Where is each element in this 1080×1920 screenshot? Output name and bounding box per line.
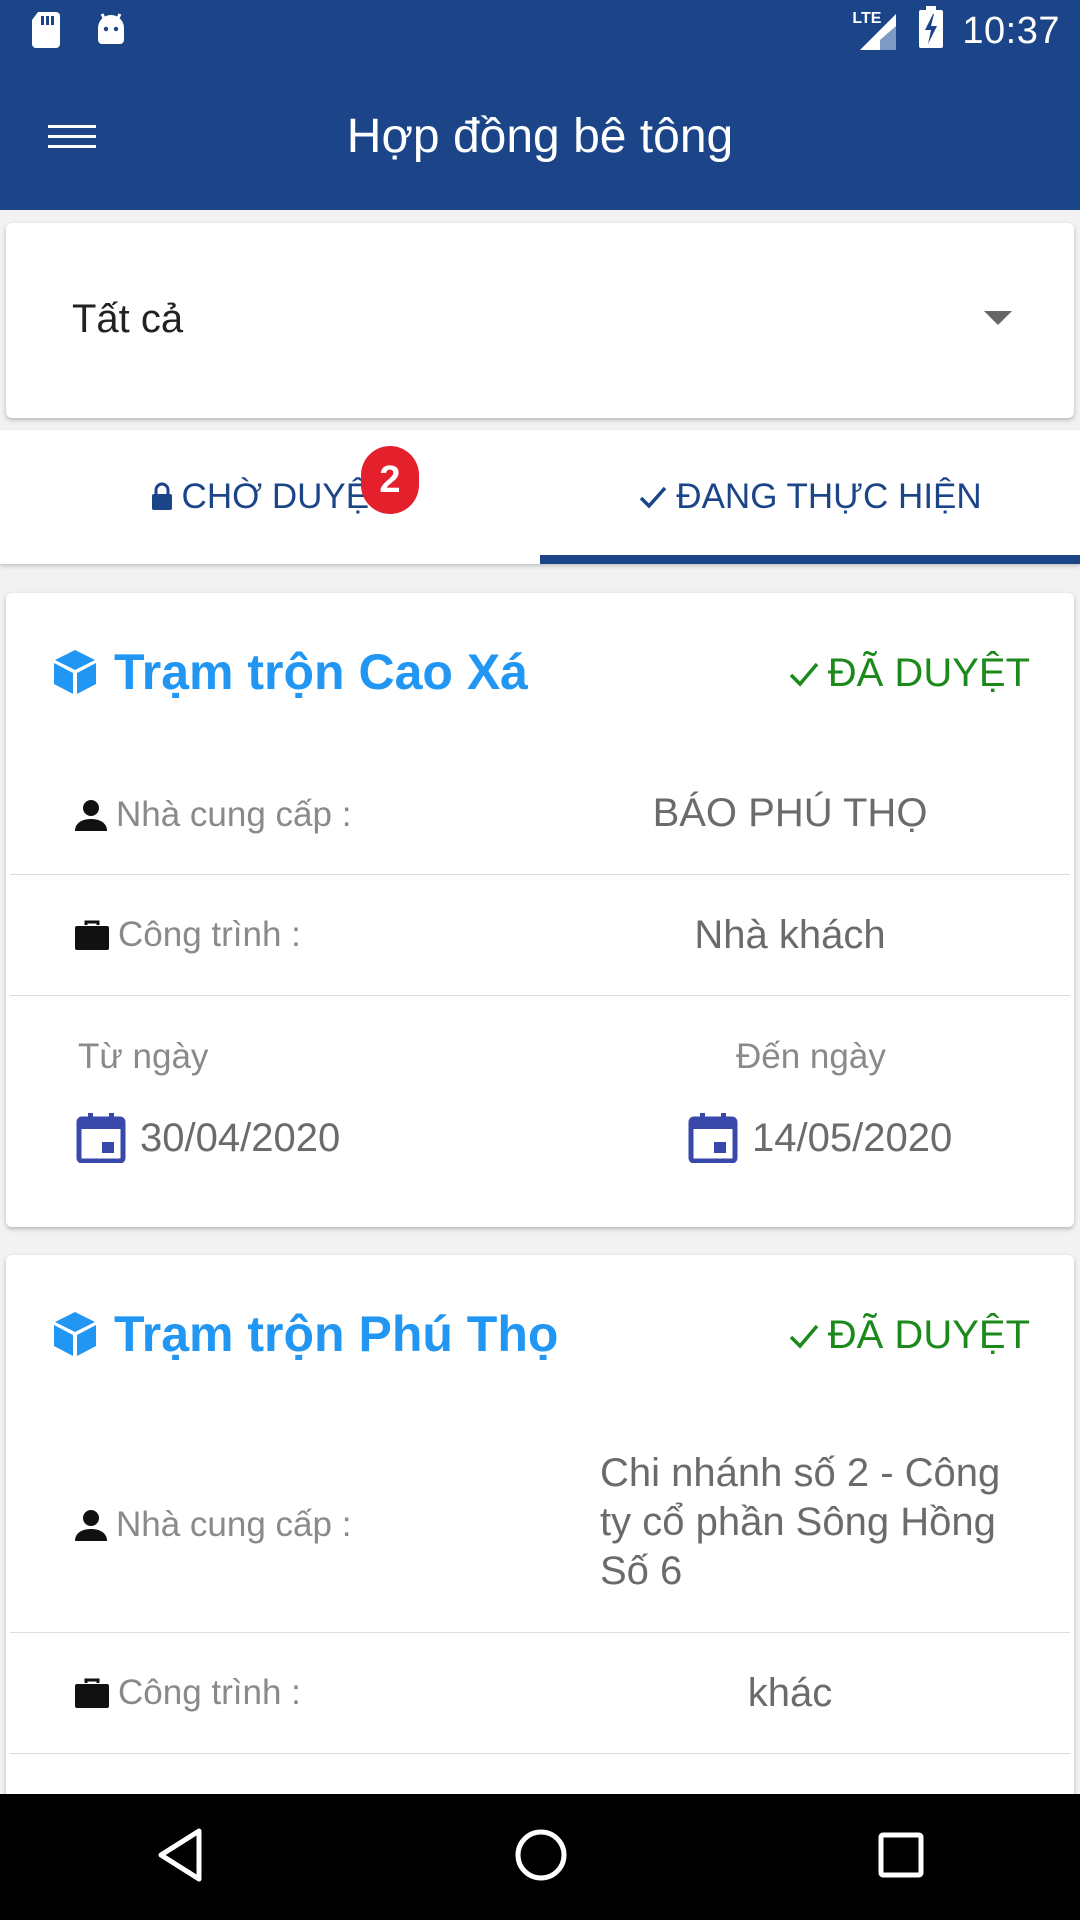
supplier-label-text: Nhà cung cấp : (116, 795, 352, 834)
check-icon (789, 1324, 819, 1349)
home-button[interactable] (514, 1828, 568, 1887)
briefcase-icon (75, 920, 109, 950)
check-icon (789, 662, 819, 687)
project-row: Công trình : Nhà khách (10, 875, 1070, 996)
tab-pending-label: CHỜ DUYỆT (181, 477, 391, 516)
sd-card-icon (30, 10, 64, 53)
project-label-text: Công trình : (118, 915, 301, 954)
clock: 10:37 (962, 10, 1060, 52)
recents-button[interactable] (877, 1831, 925, 1884)
supplier-row: Nhà cung cấp : Chi nhánh số 2 - Công ty … (10, 1415, 1070, 1633)
recents-square-icon (878, 1832, 924, 1877)
page-title: Hợp đồng bê tông (346, 110, 734, 163)
card-header: Trạm trộn Phú Thọ ĐÃ DUYỆT (6, 1255, 1074, 1415)
contract-card[interactable]: Trạm trộn Cao Xá ĐÃ DUYỆT Nhà cung cấp :… (6, 593, 1074, 1227)
tab-in-progress[interactable]: ĐANG THỰC HIỆN (540, 430, 1080, 564)
from-date-label: Từ ngày (78, 1037, 209, 1076)
project-row: Công trình : khác (10, 1633, 1070, 1754)
home-circle-icon (515, 1829, 567, 1880)
calendar-icon (76, 1113, 126, 1163)
card-header: Trạm trộn Cao Xá ĐÃ DUYỆT (6, 593, 1074, 753)
cube-icon (54, 1312, 96, 1356)
to-date-value: 14/05/2020 (752, 1115, 953, 1160)
system-nav-bar (0, 1794, 1080, 1920)
check-icon (640, 486, 667, 509)
supplier-row: Nhà cung cấp : BÁO PHÚ THỌ (10, 753, 1070, 875)
dropdown-arrow-icon (984, 311, 1012, 325)
calendar-icon (688, 1113, 738, 1163)
back-button[interactable] (155, 1827, 205, 1888)
card-title: Trạm trộn Phú Thọ (50, 1305, 558, 1363)
active-tab-indicator (540, 555, 1080, 564)
lock-icon (151, 482, 172, 510)
to-date: 14/05/2020 (688, 1113, 952, 1163)
app-bar: Hợp đồng bê tông (0, 63, 1080, 210)
card-title-text: Trạm trộn Cao Xá (114, 644, 528, 700)
status-text: ĐÃ DUYỆT (827, 651, 1030, 695)
supplier-label-text: Nhà cung cấp : (116, 1505, 352, 1544)
network-type: LTE (852, 9, 882, 27)
person-icon (75, 800, 107, 831)
from-date: 30/04/2020 (76, 1113, 340, 1163)
filter-dropdown[interactable]: Tất cả (6, 223, 1074, 418)
contract-card[interactable]: Trạm trộn Phú Thọ ĐÃ DUYỆT Nhà cung cấp … (6, 1255, 1074, 1815)
project-label: Công trình : (74, 1673, 301, 1713)
status-badge: ĐÃ DUYỆT (788, 651, 1030, 696)
project-label-text: Công trình : (118, 1673, 301, 1712)
person-icon (75, 1510, 107, 1541)
tab-bar: CHỜ DUYỆT 2 ĐANG THỰC HIỆN (0, 430, 1080, 564)
briefcase-icon (75, 1678, 109, 1708)
supplier-value: Chi nhánh số 2 - Công ty cổ phần Sông Hồ… (600, 1451, 1001, 1593)
supplier-value: BÁO PHÚ THỌ (652, 791, 928, 835)
status-text: ĐÃ DUYỆT (827, 1313, 1030, 1357)
android-icon (94, 10, 128, 53)
status-bar: LTE 10:37 (0, 0, 1080, 63)
project-value: khác (747, 1671, 833, 1715)
to-date-label: Đến ngày (736, 1037, 886, 1076)
tab-in-progress-label: ĐANG THỰC HIỆN (676, 477, 982, 516)
battery-charging-icon (918, 5, 944, 58)
project-value: Nhà khách (694, 913, 886, 957)
signal-icon: LTE (852, 9, 900, 52)
filter-selected-value: Tất cả (72, 297, 184, 341)
cube-icon (54, 650, 96, 694)
supplier-label: Nhà cung cấp : (74, 795, 351, 835)
supplier-label: Nhà cung cấp : (74, 1505, 351, 1545)
tab-pending[interactable]: CHỜ DUYỆT (0, 430, 540, 564)
pending-count-badge: 2 (361, 446, 419, 514)
card-title: Trạm trộn Cao Xá (50, 643, 528, 701)
project-label: Công trình : (74, 915, 301, 955)
card-title-text: Trạm trộn Phú Thọ (114, 1306, 559, 1362)
status-badge: ĐÃ DUYỆT (788, 1313, 1030, 1358)
back-triangle-icon (158, 1828, 202, 1881)
from-date-value: 30/04/2020 (140, 1115, 341, 1160)
